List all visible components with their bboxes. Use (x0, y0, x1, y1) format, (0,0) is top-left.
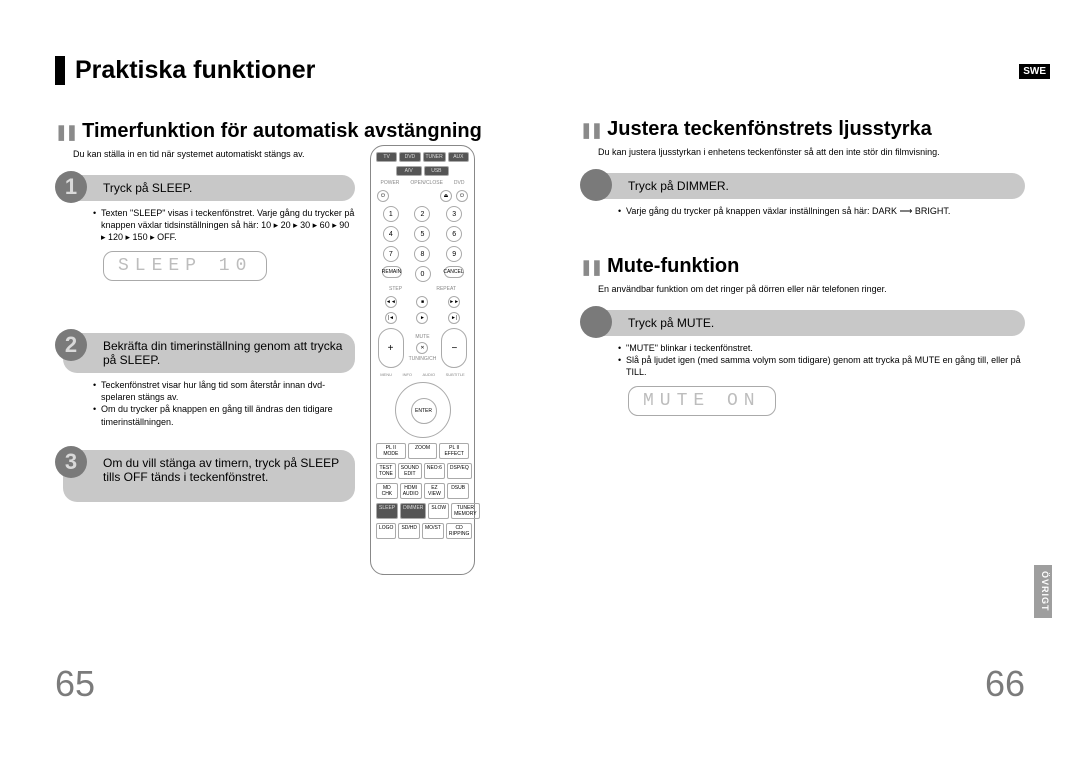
power-icon: ⏻ (377, 190, 389, 202)
mute-step: Tryck på MUTE. (588, 310, 1025, 336)
timer-step2-notes: Teckenfönstret visar hur lång tid som åt… (93, 379, 355, 428)
page-title: Praktiska funktioner (75, 56, 500, 85)
remote-btn: A/V (396, 166, 422, 176)
language-badge: SWE (1019, 64, 1050, 79)
step-num-3: 3 (55, 446, 87, 478)
dpad: ENTER (395, 382, 451, 438)
page-title-bar: Praktiska funktioner (55, 56, 500, 85)
dimmer-step: Tryck på DIMMER. (588, 173, 1025, 199)
dimmer-heading: Justera teckenfönstrets ljusstyrka (580, 118, 1025, 141)
remote-btn: USB (424, 166, 450, 176)
power-icon: ⏻ (456, 190, 468, 202)
eject-icon: ⏏ (440, 190, 452, 202)
timer-step1: 1 Tryck på SLEEP. (63, 175, 355, 201)
mute-notes: "MUTE" blinkar i teckenfönstret. Slå på … (618, 342, 1025, 378)
dimmer-desc: Du kan justera ljusstyrkan i enhetens te… (598, 147, 1025, 159)
mute-display: MUTE ON (628, 386, 776, 416)
sleep-display: SLEEP 10 (103, 251, 267, 281)
timer-step3: 3 Om du vill stänga av timern, tryck på … (63, 450, 355, 502)
vol-dn: − (441, 328, 467, 368)
page-number-left: 65 (55, 663, 95, 705)
remote-btn: AUX (448, 152, 469, 162)
timer-heading: Timerfunktion för automatisk avstängning (55, 120, 500, 143)
remote-btn: TV (376, 152, 397, 162)
step-dot (580, 306, 612, 338)
mute-icon: ✕ (416, 342, 428, 354)
vol-up: + (378, 328, 404, 368)
page-number-right: 66 (985, 663, 1025, 705)
step-num-1: 1 (55, 171, 87, 203)
side-tab: ÖVRIGT (1034, 565, 1052, 618)
mute-desc: En användbar funktion om det ringer på d… (598, 284, 1025, 296)
remote-btn: DVD (399, 152, 420, 162)
remote-btn: TUNER (423, 152, 446, 162)
mute-heading: Mute-funktion (580, 255, 1025, 278)
step-num-2: 2 (55, 329, 87, 361)
timer-step2: 2 Bekräfta din timerinställning genom at… (63, 333, 355, 373)
timer-step1-notes: Texten "SLEEP" visas i teckenfönstret. V… (93, 207, 355, 243)
remote-illustration: TV DVD TUNER AUX A/V USB POWER OPEN/CLOS… (370, 145, 475, 575)
step-dot (580, 169, 612, 201)
dimmer-notes: Varje gång du trycker på knappen växlar … (618, 205, 1025, 217)
